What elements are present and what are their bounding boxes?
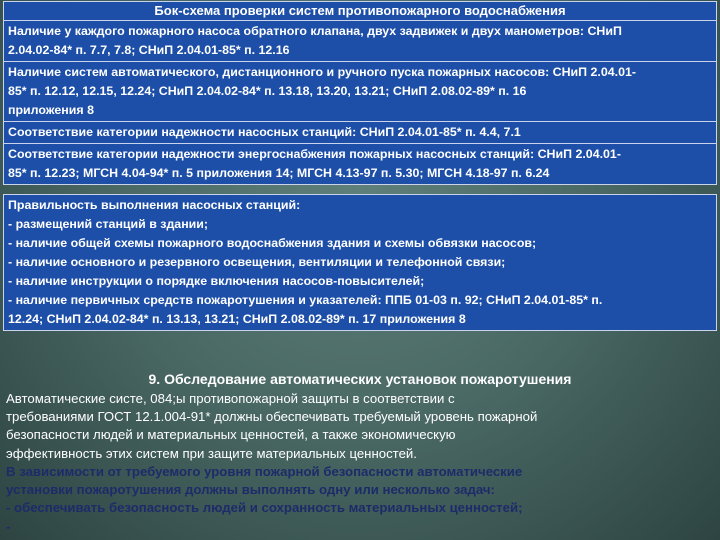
flowchart: Бок-схема проверки систем противопожарно… bbox=[3, 1, 717, 331]
flowchart-title: Бок-схема проверки систем противопожарно… bbox=[3, 1, 717, 21]
section-title: 9. Обследование автоматических установок… bbox=[148, 371, 572, 387]
block-line: - наличие инструкции о порядке включения… bbox=[8, 274, 425, 288]
block-line: 2.04.02-84* п. 7.7, 7.8; СНиП 2.04.01-85… bbox=[8, 43, 290, 57]
block-line: Соответствие категории надежности энерго… bbox=[8, 147, 621, 161]
flow-block-1: Наличие у каждого пожарного насоса обрат… bbox=[3, 21, 717, 62]
paragraph-line: В зависимости от требуемого уровня пожар… bbox=[6, 464, 523, 479]
paragraph-line: - bbox=[6, 518, 11, 534]
block-line: Соответствие категории надежности насосн… bbox=[8, 125, 521, 139]
block-line: приложения 8 bbox=[8, 103, 94, 117]
paragraph-line: требованиями ГОСТ 12.1.004-91* должны об… bbox=[6, 409, 538, 425]
block-line: - размещений станций в здании; bbox=[8, 217, 209, 231]
paragraph-intro: Автоматические систе, 084;ы противопожар… bbox=[6, 390, 714, 463]
paragraph-line: безопасности людей и материальных ценнос… bbox=[6, 427, 456, 443]
block-line: Наличие систем автоматического, дистанци… bbox=[8, 65, 636, 79]
paragraph-line: - обеспечивать безопасность людей и сохр… bbox=[6, 500, 523, 516]
flow-block-3: Соответствие категории надежности насосн… bbox=[3, 122, 717, 144]
paragraph-line: эффективность этих систем при защите мат… bbox=[6, 445, 417, 461]
block-line: 85* п. 12.23; МГСН 4.04-94* п. 5 приложе… bbox=[8, 166, 550, 180]
block-line: - наличие основного и резервного освещен… bbox=[8, 255, 506, 269]
block-gap bbox=[3, 185, 717, 194]
flow-block-4: Соответствие категории надежности энерго… bbox=[3, 144, 717, 185]
flow-block-2: Наличие систем автоматического, дистанци… bbox=[3, 62, 717, 122]
flow-block-5: Правильность выполнения насосных станций… bbox=[3, 194, 717, 331]
block-line: 12.24; СНиП 2.04.02-84* п. 13.13, 13.21;… bbox=[8, 312, 466, 326]
paragraph-tasks: В зависимости от требуемого уровня пожар… bbox=[6, 463, 714, 536]
block-line: Наличие у каждого пожарного насоса обрат… bbox=[8, 24, 622, 38]
paragraph-line: установки пожаротушения должны выполнять… bbox=[6, 482, 495, 498]
block-line: - наличие первичных средств пожаротушени… bbox=[8, 293, 603, 307]
block-line: Правильность выполнения насосных станций… bbox=[8, 198, 301, 212]
paragraph-line: Автоматические систе, 084;ы противопожар… bbox=[6, 391, 455, 406]
block-line: 85* п. 12.12, 12.15, 12.24; СНиП 2.04.02… bbox=[8, 84, 527, 98]
block-line: - наличие общей схемы пожарного водоснаб… bbox=[8, 236, 537, 250]
